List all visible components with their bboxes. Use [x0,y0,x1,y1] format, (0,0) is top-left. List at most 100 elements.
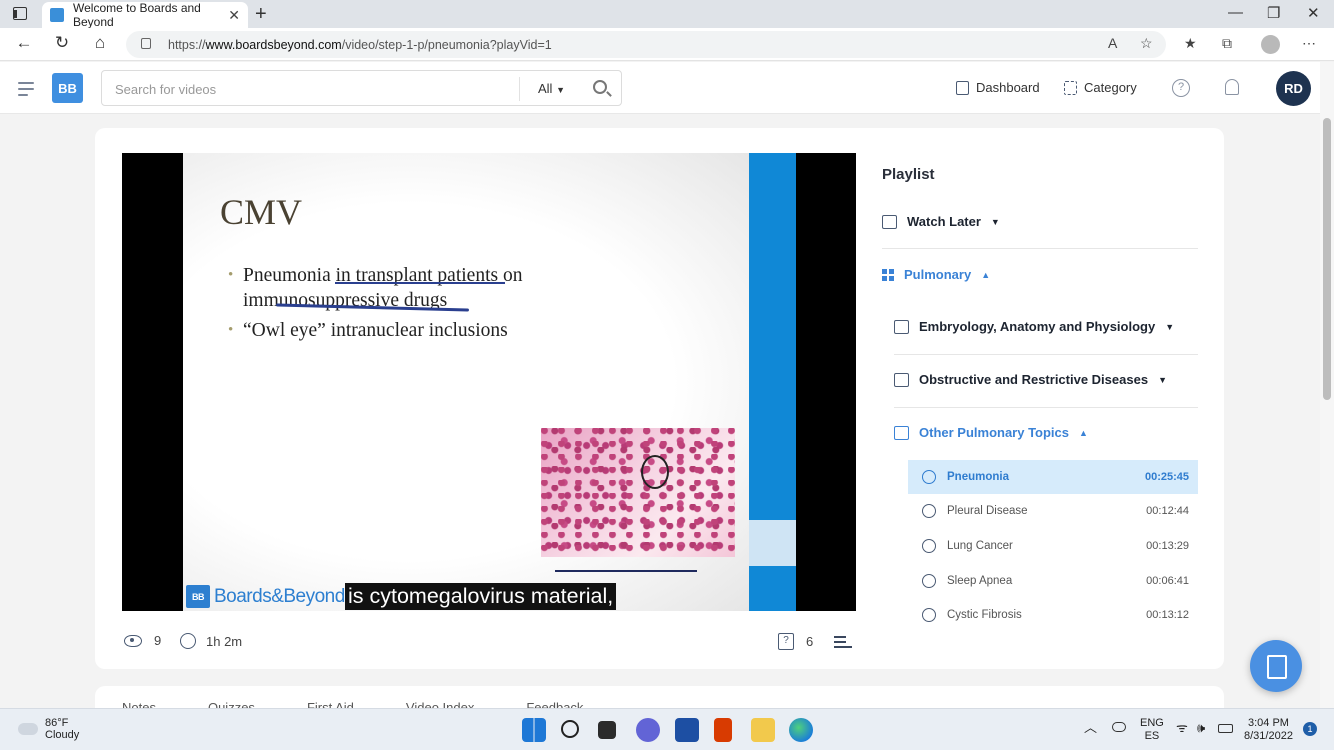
home-icon[interactable]: ⌂ [88,33,112,53]
playlist-section[interactable]: Embryology, Anatomy and Physiology ▼ [894,319,1174,334]
clock-date: 8/31/2022 [1244,730,1293,742]
video-duration: 1h 2m [180,633,242,649]
playlist-section[interactable]: Other Pulmonary Topics ▲ [894,425,1088,440]
category-link[interactable]: Category [1064,80,1137,95]
search-icon[interactable] [561,720,579,738]
notification-bell-icon[interactable] [1225,79,1239,95]
play-circle-icon [922,574,936,588]
teams-chat-icon[interactable] [636,718,660,742]
back-icon[interactable]: ← [12,33,36,53]
site-favicon-icon [50,8,64,22]
playlist-folder-icon [882,214,897,229]
playlist-pulmonary[interactable]: Pulmonary ▲ [882,267,990,282]
chevron-down-icon: ▼ [990,216,1000,227]
search-bar: All ▼ [101,70,622,106]
video-name: Pleural Disease [947,505,1028,517]
language-indicator[interactable]: ENG ES [1140,717,1164,743]
playlist-video-item[interactable]: Pneumonia 00:25:45 [908,460,1198,494]
minimize-icon[interactable]: — [1228,4,1243,21]
dashboard-label: Dashboard [976,80,1040,95]
weather-condition: Cloudy [45,729,80,741]
cloud-icon [18,723,38,735]
dashboard-icon [956,80,969,95]
user-avatar[interactable]: RD [1276,71,1311,106]
url-prefix: https:// [168,37,206,52]
slide-sidebar-highlight [749,520,796,566]
menu-icon[interactable] [18,82,34,100]
close-tab-icon[interactable]: ✕ [228,7,240,24]
section-label: Embryology, Anatomy and Physiology [919,319,1156,334]
restore-icon[interactable]: ❐ [1267,4,1280,22]
playlist-section[interactable]: Obstructive and Restrictive Diseases ▼ [894,372,1167,387]
read-aloud-icon[interactable]: A [1108,35,1117,51]
store-icon[interactable] [675,718,699,742]
tab-actions-icon[interactable] [13,7,27,20]
help-icon[interactable]: ? [1172,79,1190,97]
profile-icon[interactable] [1261,35,1280,54]
volume-icon[interactable]: 🕪 [1197,721,1205,734]
playlist-video-item[interactable]: Pleural Disease 00:12:44 [908,494,1198,528]
playlist-title: Playlist [882,166,935,183]
start-menu-icon[interactable] [522,718,546,742]
playlist-video-item[interactable]: Lung Cancer 00:13:29 [908,529,1198,563]
chevron-up-icon[interactable]: ︿ [1084,721,1097,734]
playlist-watch-later[interactable]: Watch Later ▼ [882,214,1000,229]
close-window-icon[interactable]: ✕ [1307,4,1320,22]
chevron-up-icon: ▲ [981,269,991,280]
chevron-down-icon: ▼ [556,85,565,95]
quiz-icon: ? [778,633,794,650]
collections-icon[interactable]: ⧉ [1222,35,1232,52]
notes-fab-button[interactable] [1250,640,1302,692]
more-options-icon[interactable]: ⋯ [1302,35,1316,52]
pen-annotation [335,282,505,284]
scrollbar-thumb[interactable] [1323,118,1331,400]
url-host: www.boardsbeyond.com [205,37,342,52]
favorites-icon[interactable]: ★ [1184,35,1197,52]
watch-later-label: Watch Later [907,214,981,229]
refresh-icon[interactable]: ↻ [50,33,74,53]
watermark-text: Boards&Beyond [214,585,345,607]
chevron-down-icon: ▼ [1158,374,1167,385]
question-count[interactable]: ? 6 [778,633,813,650]
category-grid-icon [1064,80,1077,95]
url-path: /video/step-1-p/pneumonia?playVid=1 [341,37,552,52]
office-icon[interactable] [714,718,732,742]
add-to-playlist-icon[interactable] [834,636,852,651]
site-header: BB All ▼ Dashboard Category ? RD [0,62,1320,114]
duration-value: 1h 2m [206,633,243,649]
playlist-video-item[interactable]: Sleep Apnea 00:06:41 [908,564,1198,598]
view-count-value: 9 [154,633,162,648]
browser-tab[interactable]: Welcome to Boards and Beyond ✕ [42,1,248,29]
site-logo[interactable]: BB [52,73,83,103]
video-name: Pneumonia [947,471,1009,483]
clock[interactable]: 3:04 PM 8/31/2022 [1244,717,1293,743]
wifi-icon[interactable]: ᯤ [1176,721,1188,734]
notification-badge[interactable]: 1 [1303,722,1317,736]
lang-primary: ENG [1140,717,1164,729]
task-view-icon[interactable] [598,721,616,739]
tab-title: Welcome to Boards and Beyond [73,1,201,29]
url-field[interactable]: https://www.boardsbeyond.com/video/step-… [126,31,1166,58]
onedrive-icon[interactable] [1112,722,1126,732]
playlist-video-item[interactable]: Cystic Fibrosis 00:13:12 [908,598,1198,632]
file-explorer-icon[interactable] [751,718,775,742]
new-tab-icon[interactable]: + [255,3,267,26]
battery-icon[interactable] [1218,724,1233,733]
browser-tab-bar: Welcome to Boards and Beyond ✕ + — ❐ ✕ [0,0,1334,29]
weather-widget[interactable]: 86°F Cloudy [18,717,79,741]
lang-secondary: ES [1144,730,1160,742]
video-player[interactable]: CMV Pneumonia in transplant patients on … [122,153,856,611]
edge-icon[interactable] [789,718,813,742]
category-label: Category [1084,80,1137,95]
search-icon[interactable] [593,80,607,94]
section-label: Other Pulmonary Topics [919,425,1070,440]
windows-taskbar: 86°F Cloudy ︿ ENG ES ᯤ 🕪 3:04 PM 8/31/20… [0,708,1334,750]
add-favorite-icon[interactable]: ☆ [1140,35,1153,52]
video-time: 00:25:45 [1144,471,1189,483]
video-time: 00:13:29 [1146,540,1189,552]
filter-label: All [538,81,553,96]
search-input[interactable] [115,79,505,99]
dashboard-link[interactable]: Dashboard [956,80,1040,95]
video-time: 00:06:41 [1146,575,1189,587]
search-filter-dropdown[interactable]: All ▼ [538,81,565,96]
